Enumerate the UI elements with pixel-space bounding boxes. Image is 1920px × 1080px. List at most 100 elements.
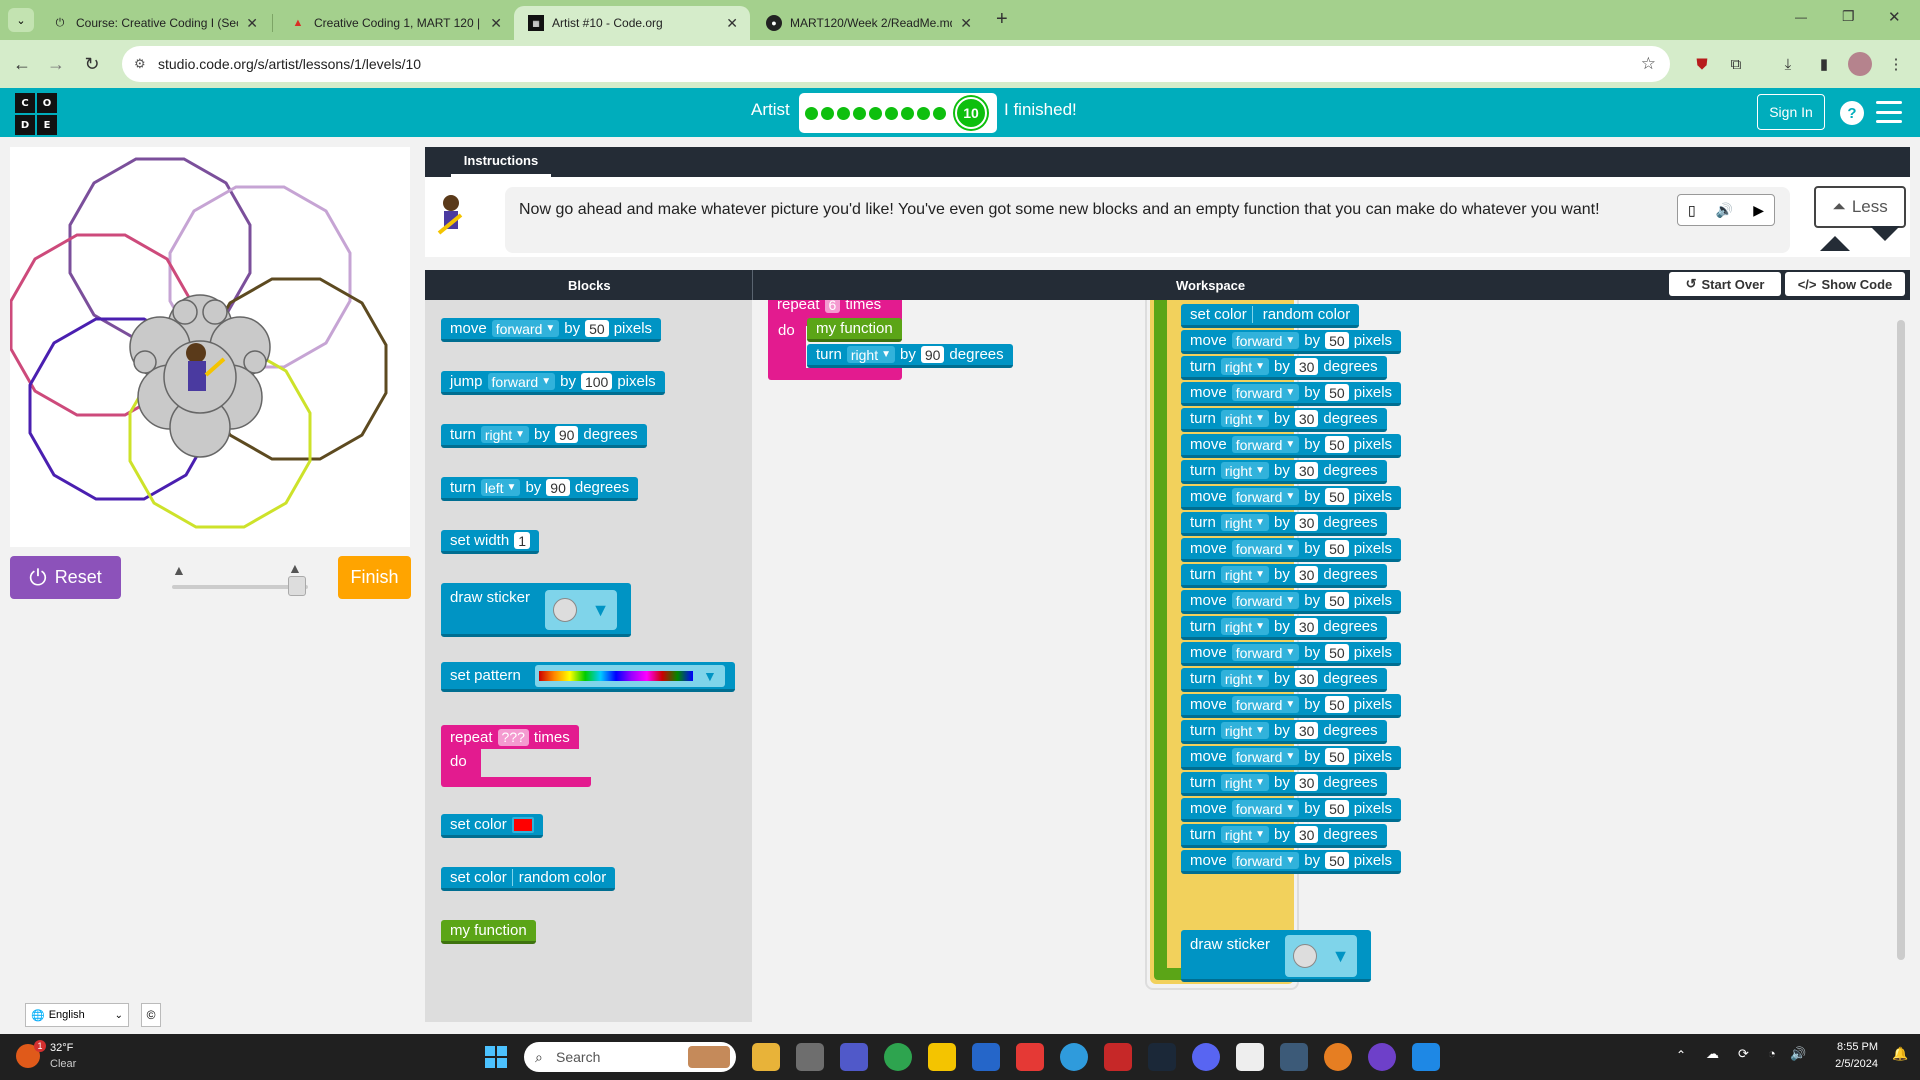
chrome-menu-icon[interactable]: ⋮ bbox=[1884, 52, 1908, 76]
hamburger-menu-icon[interactable] bbox=[1876, 101, 1902, 123]
steam-icon[interactable] bbox=[1148, 1043, 1176, 1071]
level-dot[interactable] bbox=[901, 106, 914, 120]
direction-dropdown[interactable]: right ▼ bbox=[1220, 566, 1269, 583]
level-dot[interactable] bbox=[869, 106, 882, 120]
ws-turn-right-block[interactable]: turn right ▼ by 30 degrees bbox=[1181, 668, 1387, 692]
angle-input[interactable]: 30 bbox=[1294, 722, 1319, 739]
browser-tab-moodle[interactable]: ⏻ Course: Creative Coding I (Sect ✕ bbox=[38, 6, 270, 40]
direction-dropdown[interactable]: forward ▼ bbox=[1231, 644, 1300, 661]
level-dot[interactable] bbox=[917, 106, 930, 120]
finished-link[interactable]: I finished! bbox=[1004, 100, 1077, 120]
direction-dropdown[interactable]: right ▼ bbox=[1220, 722, 1269, 739]
toolbox-set-pattern-block[interactable]: set pattern ▼ bbox=[441, 662, 735, 692]
direction-dropdown[interactable]: forward ▼ bbox=[1231, 592, 1300, 609]
workspace-scrollbar[interactable] bbox=[1897, 320, 1905, 960]
distance-input[interactable]: 50 bbox=[1325, 540, 1349, 557]
ws-move-forward-block[interactable]: move forward ▼ by 50 pixels bbox=[1181, 538, 1402, 562]
ws-turn-right-block[interactable]: turn right ▼ by 30 degrees bbox=[1181, 720, 1387, 744]
close-tab-icon[interactable]: ✕ bbox=[960, 15, 972, 32]
repeat-count-input[interactable]: ??? bbox=[497, 728, 529, 746]
direction-dropdown[interactable]: forward ▼ bbox=[1231, 488, 1300, 505]
ws-move-forward-block[interactable]: move forward ▼ by 50 pixels bbox=[1181, 746, 1402, 770]
ws-turn-right-block[interactable]: turn right ▼ by 30 degrees bbox=[1181, 824, 1387, 848]
direction-dropdown[interactable]: forward ▼ bbox=[1231, 436, 1300, 453]
teams-icon[interactable] bbox=[840, 1043, 868, 1071]
level-dot[interactable] bbox=[885, 106, 898, 120]
finish-button[interactable]: Finish bbox=[338, 556, 411, 599]
direction-dropdown[interactable]: right ▼ bbox=[1220, 410, 1269, 427]
direction-dropdown[interactable]: left ▼ bbox=[480, 479, 521, 496]
direction-dropdown[interactable]: right ▼ bbox=[1220, 462, 1269, 479]
direction-dropdown[interactable]: forward ▼ bbox=[491, 320, 560, 337]
angle-input[interactable]: 30 bbox=[1294, 670, 1319, 687]
new-tab-button[interactable]: + bbox=[996, 8, 1008, 31]
direction-dropdown[interactable]: right ▼ bbox=[846, 346, 895, 363]
tray-overflow-icon[interactable]: ⌃ bbox=[1676, 1048, 1686, 1062]
toolbox-set-width-block[interactable]: set width 1 bbox=[441, 530, 539, 554]
toolbox-turn-right-block[interactable]: turn right ▼ by 90 degrees bbox=[441, 424, 647, 448]
toolbox-repeat-block[interactable]: repeat ??? times bbox=[441, 725, 579, 749]
level-dot[interactable] bbox=[821, 106, 834, 120]
chrome-profile-icon[interactable] bbox=[1324, 1043, 1352, 1071]
start-over-button[interactable]: ↺ Start Over bbox=[1669, 272, 1781, 296]
photos-icon[interactable] bbox=[1280, 1043, 1308, 1071]
side-panel-icon[interactable]: ▮ bbox=[1812, 52, 1836, 76]
download-icon[interactable]: ⤓ bbox=[1776, 52, 1800, 76]
onedrive-icon[interactable]: ☁ bbox=[1706, 1046, 1719, 1062]
code-org-logo[interactable]: C O D E bbox=[15, 93, 57, 135]
forward-icon[interactable]: → bbox=[42, 50, 70, 78]
sticker-dropdown[interactable]: ▼ bbox=[1285, 935, 1357, 977]
close-tab-icon[interactable]: ✕ bbox=[726, 15, 738, 32]
distance-input[interactable]: 50 bbox=[1325, 592, 1349, 609]
ws-move-forward-block[interactable]: move forward ▼ by 50 pixels bbox=[1181, 382, 1402, 406]
copilot-icon[interactable] bbox=[752, 1043, 780, 1071]
direction-dropdown[interactable]: right ▼ bbox=[480, 426, 529, 443]
direction-dropdown[interactable]: forward ▼ bbox=[1231, 852, 1300, 869]
direction-dropdown[interactable]: right ▼ bbox=[1220, 826, 1269, 843]
speaker-icon[interactable]: 🔊 bbox=[1716, 202, 1733, 219]
toolbox-move-block[interactable]: move forward ▼ by 50 pixels bbox=[441, 318, 662, 342]
distance-input[interactable]: 50 bbox=[1325, 800, 1349, 817]
distance-input[interactable]: 50 bbox=[1325, 384, 1349, 401]
restore-button[interactable]: ❐ bbox=[1842, 8, 1855, 25]
angle-input[interactable]: 30 bbox=[1294, 462, 1319, 479]
direction-dropdown[interactable]: forward ▼ bbox=[1231, 748, 1300, 765]
lesson-title[interactable]: Artist bbox=[751, 100, 790, 120]
angle-input[interactable]: 30 bbox=[1294, 410, 1319, 427]
store-icon[interactable] bbox=[972, 1043, 1000, 1071]
help-icon[interactable]: ? bbox=[1840, 101, 1864, 125]
sync-icon[interactable]: ⟳ bbox=[1738, 1046, 1749, 1062]
direction-dropdown[interactable]: forward ▼ bbox=[1231, 332, 1300, 349]
angle-input[interactable]: 30 bbox=[1294, 514, 1319, 531]
distance-input[interactable]: 50 bbox=[1325, 644, 1349, 661]
ws-call-my-function-block[interactable]: my function bbox=[807, 318, 902, 342]
speed-slider[interactable]: ▲ ▲ bbox=[170, 560, 310, 600]
angle-input[interactable]: 30 bbox=[1294, 774, 1319, 791]
slider-handle[interactable] bbox=[288, 576, 306, 596]
reset-button[interactable]: ⏻ Reset bbox=[10, 556, 121, 599]
distance-input[interactable]: 50 bbox=[1325, 436, 1349, 453]
bookmark-star-icon[interactable]: ☆ bbox=[1641, 54, 1656, 74]
extensions-puzzle-icon[interactable]: ⧉ bbox=[1724, 52, 1748, 76]
site-info-icon[interactable]: ⚙ bbox=[134, 56, 146, 72]
scroll-up-icon[interactable] bbox=[1820, 236, 1850, 251]
browser-tab-github[interactable]: ● MART120/Week 2/ReadMe.md ✕ bbox=[752, 6, 984, 40]
direction-dropdown[interactable]: right ▼ bbox=[1220, 618, 1269, 635]
level-dot[interactable] bbox=[933, 106, 946, 120]
direction-dropdown[interactable]: right ▼ bbox=[1220, 670, 1269, 687]
ws-move-forward-block[interactable]: move forward ▼ by 50 pixels bbox=[1181, 434, 1402, 458]
level-dot[interactable] bbox=[805, 106, 818, 120]
angle-input[interactable]: 30 bbox=[1294, 358, 1319, 375]
close-window-button[interactable]: ✕ bbox=[1888, 8, 1901, 26]
direction-dropdown[interactable]: forward ▼ bbox=[487, 373, 556, 390]
width-input[interactable]: 1 bbox=[514, 532, 530, 549]
ws-turn-right-block[interactable]: turn right ▼ by 30 degrees bbox=[1181, 460, 1387, 484]
direction-dropdown[interactable]: right ▼ bbox=[1220, 514, 1269, 531]
direction-dropdown[interactable]: forward ▼ bbox=[1231, 696, 1300, 713]
mcafee-icon[interactable] bbox=[1104, 1043, 1132, 1071]
toolbox-my-function-block[interactable]: my function bbox=[441, 920, 536, 944]
weather-widget[interactable]: 1 32°F Clear bbox=[16, 1040, 96, 1074]
toolbox-turn-left-block[interactable]: turn left ▼ by 90 degrees bbox=[441, 477, 639, 501]
github-desktop-icon[interactable] bbox=[1368, 1043, 1396, 1071]
ws-move-forward-block[interactable]: move forward ▼ by 50 pixels bbox=[1181, 330, 1402, 354]
